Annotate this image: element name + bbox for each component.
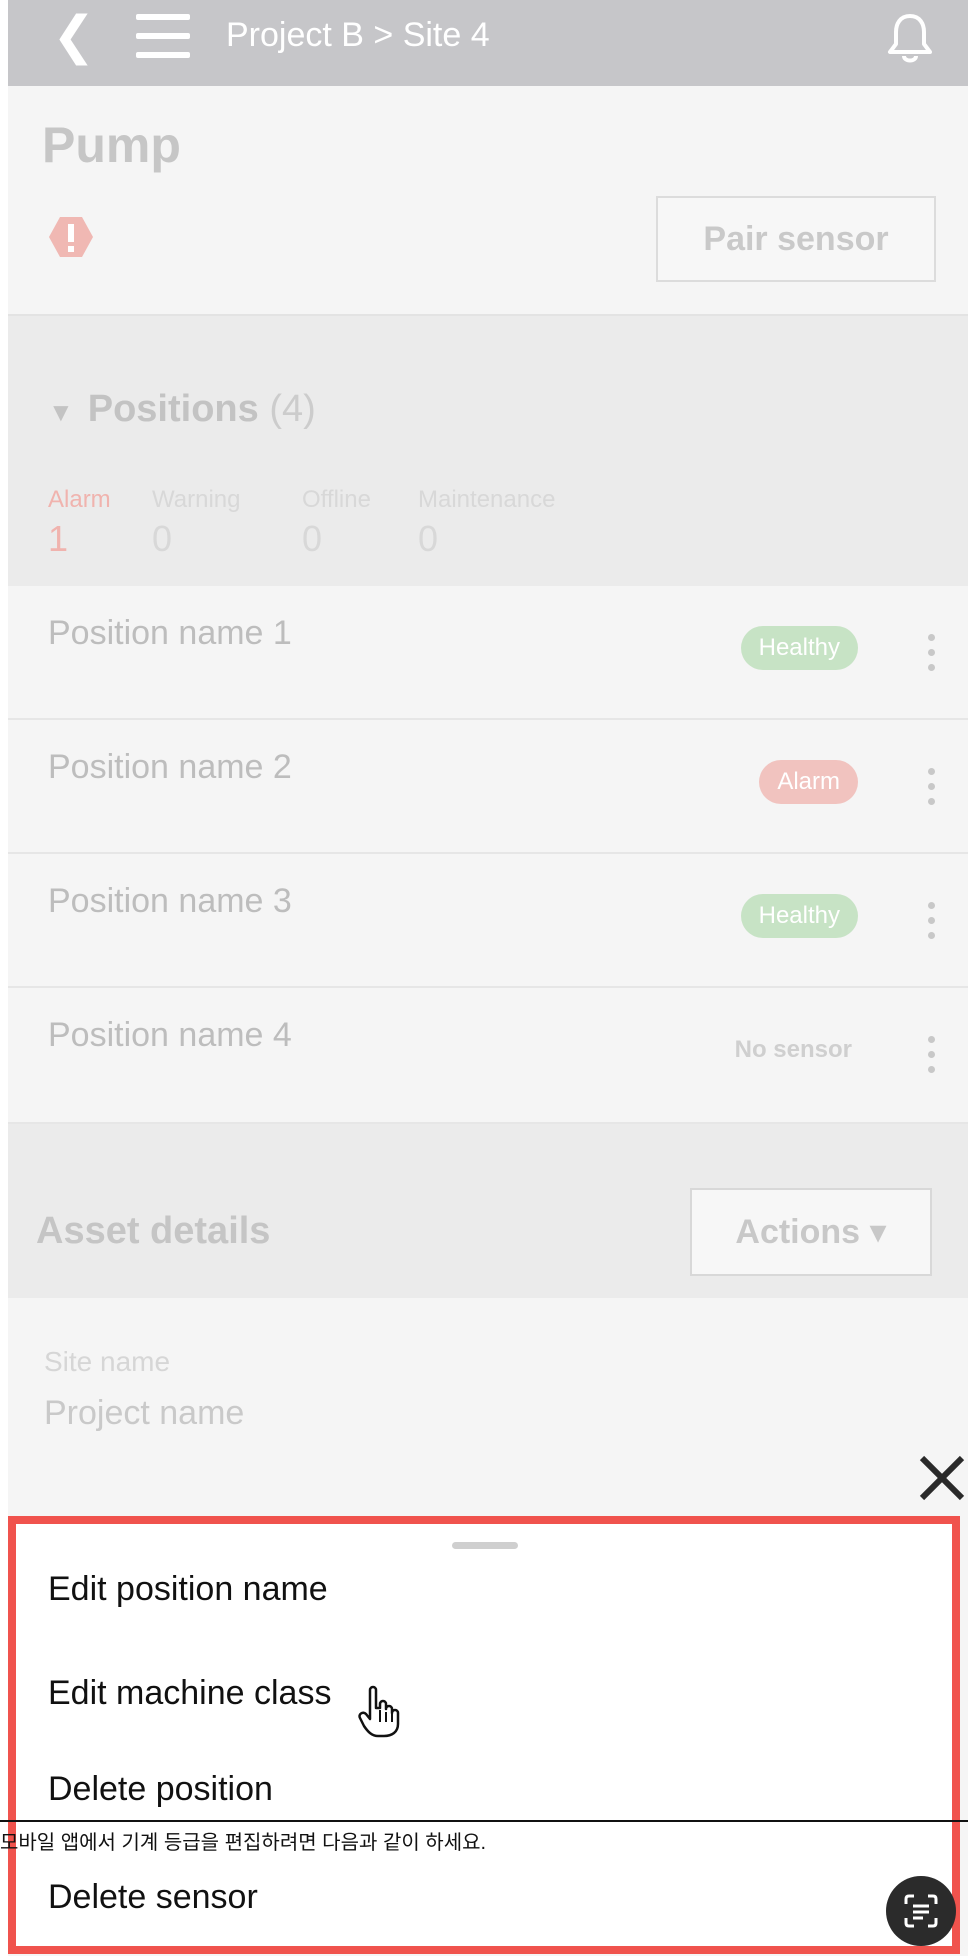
stat-warning: Warning 0 xyxy=(152,486,240,560)
pair-sensor-button[interactable]: Pair sensor xyxy=(656,196,936,282)
stat-label: Offline xyxy=(302,486,371,513)
delete-sensor-item[interactable]: Delete sensor xyxy=(48,1878,258,1917)
position-row[interactable]: Position name 4 No sensor xyxy=(8,988,968,1124)
site-name-label: Site name xyxy=(44,1346,171,1377)
caption-text: 모바일 앱에서 기계 등급을 편집하려면 다음과 같이 하세요. xyxy=(0,1832,487,1854)
close-icon[interactable] xyxy=(914,1450,968,1506)
stat-value: 0 xyxy=(152,518,173,559)
kebab-icon[interactable] xyxy=(928,768,938,813)
status-badge: Healthy xyxy=(740,626,858,670)
position-row[interactable]: Position name 2 Alarm xyxy=(8,720,968,854)
drag-handle[interactable] xyxy=(452,1542,518,1549)
stat-alarm: Alarm 1 xyxy=(48,486,111,560)
kebab-icon[interactable] xyxy=(928,634,938,679)
kebab-icon[interactable] xyxy=(928,1036,938,1081)
asset-details-header: Asset details Actions ▾ xyxy=(8,1124,968,1298)
page-title: Pump xyxy=(42,117,181,173)
kebab-icon[interactable] xyxy=(928,902,938,947)
stat-value: 0 xyxy=(302,518,323,559)
position-name: Position name 3 xyxy=(48,882,292,920)
stat-offline: Offline 0 xyxy=(302,486,371,560)
position-name: Position name 4 xyxy=(48,1016,292,1054)
menu-icon[interactable] xyxy=(136,14,190,58)
back-icon[interactable]: ❮ xyxy=(52,10,96,62)
position-name: Position name 1 xyxy=(48,614,292,652)
positions-title: Positions xyxy=(87,388,259,430)
top-app-bar: ❮ Project B > Site 4 xyxy=(8,0,968,86)
stat-label: Maintenance xyxy=(418,486,556,513)
scan-text-button[interactable] xyxy=(886,1876,956,1946)
actions-button[interactable]: Actions ▾ xyxy=(690,1188,932,1276)
status-badge: No sensor xyxy=(734,1036,852,1063)
edit-machine-class-item[interactable]: Edit machine class xyxy=(48,1674,331,1713)
position-row[interactable]: Position name 1 Healthy xyxy=(8,586,968,720)
edit-position-name-item[interactable]: Edit position name xyxy=(48,1570,328,1609)
cursor-icon xyxy=(358,1685,400,1738)
stat-label: Alarm xyxy=(48,486,111,513)
position-name: Position name 2 xyxy=(48,748,292,786)
bell-icon[interactable] xyxy=(882,10,938,66)
stat-value: 1 xyxy=(48,518,69,559)
caret-down-icon: ▼ xyxy=(48,397,74,427)
stat-maintenance: Maintenance 0 xyxy=(418,486,555,560)
positions-toggle[interactable]: ▼ Positions (4) xyxy=(48,388,316,431)
divider xyxy=(0,1820,968,1822)
site-name-value: Project name xyxy=(44,1394,245,1432)
positions-section: ▼ Positions (4) Alarm 1 Warning 0 Offline… xyxy=(8,316,968,586)
scan-text-icon xyxy=(904,1894,938,1928)
alert-icon xyxy=(49,217,93,257)
delete-position-item[interactable]: Delete position xyxy=(48,1770,273,1809)
position-row[interactable]: Position name 3 Healthy xyxy=(8,854,968,988)
asset-details-title: Asset details xyxy=(36,1210,271,1252)
breadcrumb[interactable]: Project B > Site 4 xyxy=(226,16,490,55)
positions-count: (4) xyxy=(269,388,316,430)
status-badge: Healthy xyxy=(740,894,858,938)
stat-value: 0 xyxy=(418,518,439,559)
stat-label: Warning xyxy=(152,486,241,513)
asset-header: Pump Pair sensor xyxy=(8,86,968,316)
bottom-sheet-menu: Edit position name Edit machine class De… xyxy=(8,1516,960,1954)
status-badge: Alarm xyxy=(759,760,858,804)
